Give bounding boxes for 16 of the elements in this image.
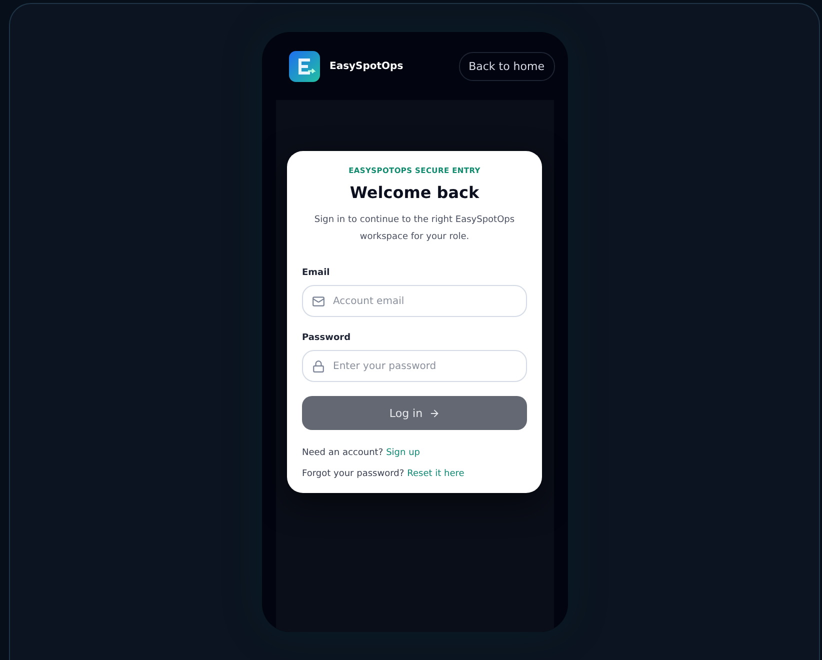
- link[interactable]: Reset it here: [407, 469, 464, 479]
- prompt-text: Need an account?: [302, 448, 384, 458]
- link[interactable]: Sign up: [386, 448, 420, 458]
- logo-icon: [288, 50, 320, 82]
- back-button[interactable]: Back to home: [458, 52, 554, 80]
- card-subtitle: Sign in to continue to the right EasySpotOps workspace for your role.: [313, 214, 516, 244]
- input-field[interactable]: Account email: [302, 285, 527, 317]
- prompt-text: Forgot your password?: [302, 469, 404, 479]
- input-field[interactable]: Enter your password: [302, 350, 527, 382]
- card-title: Welcome back: [348, 183, 480, 202]
- arrow-icon: [428, 408, 440, 418]
- brand-name: EasySpotOps: [330, 60, 404, 72]
- mail-icon: [312, 295, 325, 308]
- lock-icon: [312, 360, 325, 373]
- field-label: Email: [302, 268, 331, 278]
- field-label: Password: [302, 333, 352, 343]
